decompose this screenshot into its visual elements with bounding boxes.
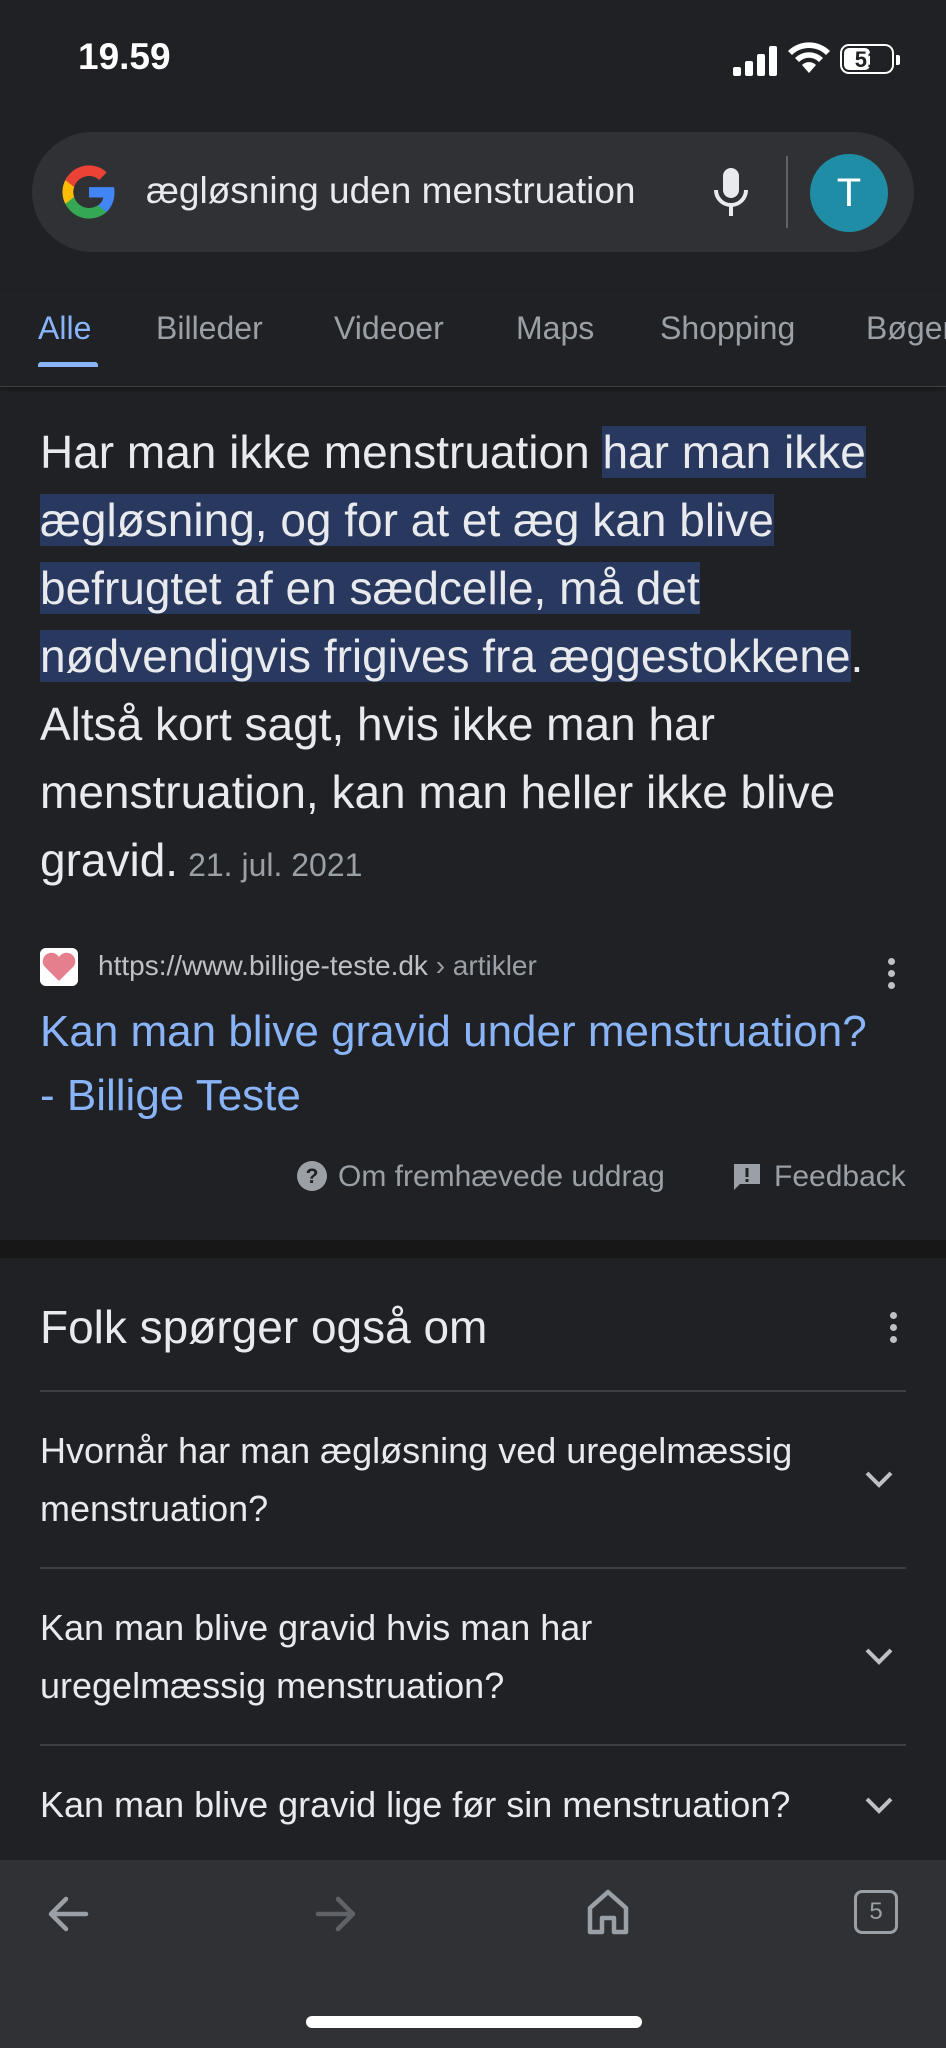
cellular-signal-icon bbox=[733, 46, 777, 76]
wifi-icon bbox=[788, 42, 830, 73]
account-avatar[interactable]: T bbox=[810, 154, 888, 232]
snippet-text-before: Har man ikke menstruation bbox=[40, 426, 603, 478]
google-logo-icon bbox=[62, 165, 115, 219]
tab-boger[interactable]: Bøger bbox=[866, 310, 946, 347]
home-icon[interactable] bbox=[586, 1888, 630, 1936]
result-more-options-icon[interactable] bbox=[886, 958, 896, 992]
source-url[interactable]: https://www.billige-teste.dk › artikler bbox=[98, 950, 537, 982]
snippet-source[interactable]: https://www.billige-teste.dk › artikler bbox=[40, 948, 910, 989]
tab-billeder[interactable]: Billeder bbox=[156, 310, 263, 347]
search-tabs: Alle Billeder Videoer Maps Shopping Bøge… bbox=[0, 290, 946, 387]
tab-switcher-button[interactable]: 5 bbox=[854, 1890, 898, 1934]
tab-maps[interactable]: Maps bbox=[516, 310, 594, 347]
paa-question-3[interactable]: Kan man blive gravid lige før sin menstr… bbox=[40, 1776, 870, 1834]
battery-level: 51 bbox=[854, 47, 880, 72]
help-circle-icon: ? bbox=[297, 1161, 327, 1191]
active-tab-indicator bbox=[38, 362, 98, 367]
paa-divider bbox=[40, 1744, 906, 1746]
tab-alle[interactable]: Alle bbox=[38, 310, 91, 347]
paa-divider bbox=[40, 1390, 906, 1392]
paa-question-1[interactable]: Hvornår har man ægløsning ved uregelmæss… bbox=[40, 1422, 820, 1538]
microphone-icon[interactable] bbox=[708, 166, 754, 220]
chevron-down-icon[interactable] bbox=[864, 1647, 894, 1667]
people-also-ask-title: Folk spørger også om bbox=[40, 1301, 488, 1353]
feedback-icon bbox=[734, 1164, 760, 1190]
heart-favicon-icon bbox=[40, 948, 78, 986]
battery-icon: 51 bbox=[840, 44, 900, 74]
paa-question-2[interactable]: Kan man blive gravid hvis man har uregel… bbox=[40, 1599, 820, 1715]
feedback-label: Feedback bbox=[774, 1160, 906, 1193]
source-url-domain[interactable]: https://www.billige-teste.dk bbox=[98, 950, 428, 981]
status-bar: 19.59 51 bbox=[0, 0, 946, 120]
snippet-date: 21. jul. 2021 bbox=[188, 847, 363, 883]
paa-divider bbox=[40, 1567, 906, 1569]
about-featured-snippets-link[interactable]: ? Om fremhævede uddrag bbox=[296, 1160, 665, 1194]
search-bar-divider bbox=[786, 156, 788, 228]
tab-shopping[interactable]: Shopping bbox=[660, 310, 795, 347]
about-featured-snippets-label: Om fremhævede uddrag bbox=[338, 1160, 665, 1193]
chevron-down-icon[interactable] bbox=[864, 1796, 894, 1816]
chevron-down-icon[interactable] bbox=[864, 1470, 894, 1490]
search-bar[interactable]: ægløsning uden menstruation T bbox=[32, 132, 914, 252]
people-also-ask-more-icon[interactable] bbox=[888, 1312, 898, 1346]
featured-snippet-text: Har man ikke menstruation har man ikke æ… bbox=[40, 418, 910, 899]
search-query[interactable]: ægløsning uden menstruation bbox=[146, 170, 636, 212]
result-title-link[interactable]: Kan man blive gravid under menstruation?… bbox=[40, 1000, 890, 1128]
source-url-crumb: › artikler bbox=[427, 950, 537, 981]
home-indicator bbox=[306, 2016, 642, 2028]
svg-text:?: ? bbox=[306, 1165, 319, 1188]
section-divider bbox=[0, 1240, 946, 1258]
tab-videoer[interactable]: Videoer bbox=[334, 310, 444, 347]
back-arrow-icon[interactable] bbox=[46, 1894, 90, 1934]
feedback-link[interactable]: Feedback bbox=[732, 1160, 906, 1194]
status-time: 19.59 bbox=[78, 36, 171, 77]
forward-arrow-icon[interactable] bbox=[314, 1894, 358, 1934]
